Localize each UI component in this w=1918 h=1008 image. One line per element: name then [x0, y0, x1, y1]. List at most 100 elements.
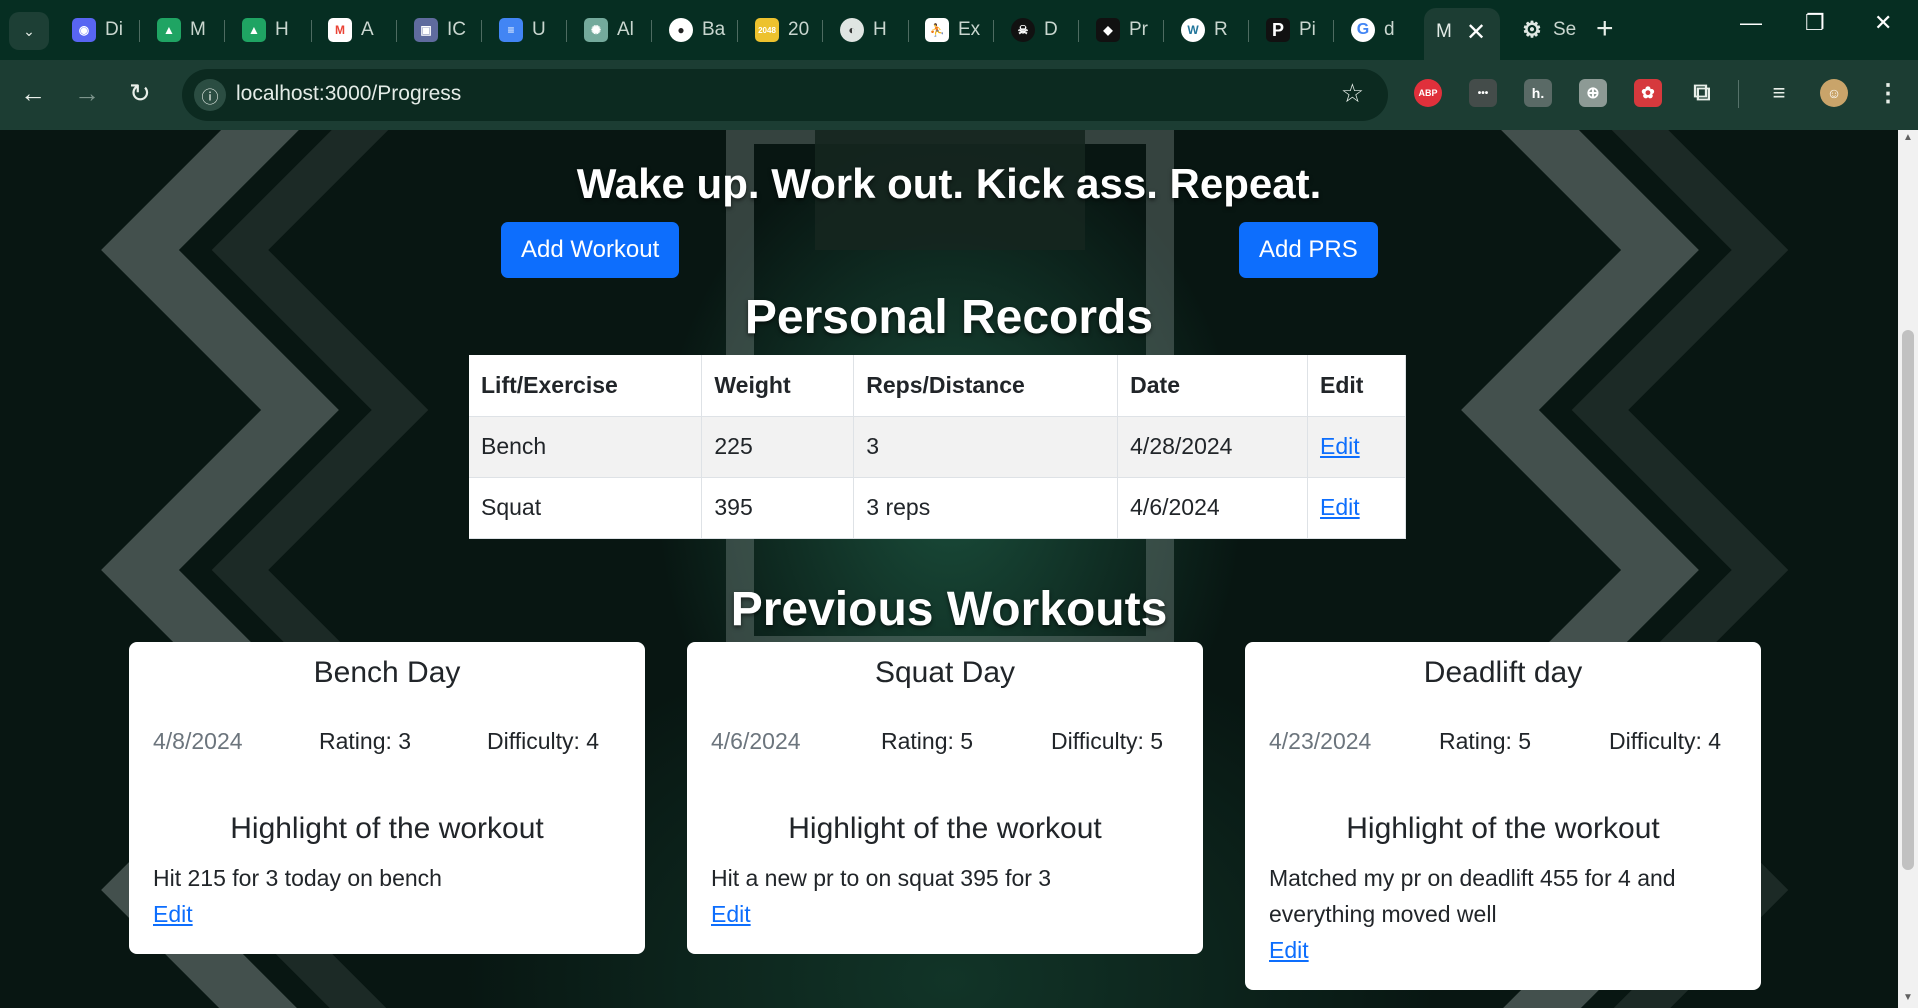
scroll-down-icon[interactable]: ▼ — [1903, 992, 1913, 1003]
gear-icon: ⚙ — [1522, 17, 1542, 42]
table-row: Squat 395 3 reps 4/6/2024 Edit — [469, 477, 1406, 539]
address-bar[interactable]: ⓘ localhost:3000/Progress ☆ — [182, 69, 1388, 121]
gmail-icon: M — [328, 18, 352, 42]
edit-workout-link[interactable]: Edit — [1269, 937, 1309, 963]
tab-separator — [224, 20, 225, 42]
tab-label: M — [190, 19, 206, 40]
tab[interactable]: ⛹ Ex — [925, 14, 980, 46]
tab-separator — [311, 20, 312, 42]
table-header-row: Lift/Exercise Weight Reps/Distance Date … — [469, 355, 1406, 417]
tab-label: H — [873, 19, 887, 40]
highlight-title: Highlight of the workout — [230, 812, 544, 845]
workout-card: Deadlift day 4/23/2024 Rating: 5 Difficu… — [1245, 642, 1761, 990]
github-icon: ● — [669, 18, 693, 42]
window-close-icon[interactable]: ✕ — [1874, 10, 1892, 36]
workout-rating: Rating: 3 — [319, 728, 412, 754]
active-tab-label: M — [1436, 21, 1452, 42]
highlight-title: Highlight of the workout — [788, 812, 1102, 845]
back-icon[interactable]: ← — [20, 78, 46, 109]
skull-icon: ☠ — [1011, 18, 1035, 42]
tab[interactable]: ≡ U — [499, 14, 546, 46]
tab[interactable]: ☠ D — [1011, 14, 1058, 46]
active-tab[interactable]: M ✕ — [1424, 8, 1500, 60]
column-header: Date — [1117, 355, 1309, 417]
tab[interactable]: ◐ H — [840, 14, 887, 46]
edit-record-link[interactable]: Edit — [1320, 494, 1360, 520]
workout-card: Bench Day 4/8/2024 Rating: 3 Difficulty:… — [129, 642, 645, 954]
restore-icon[interactable]: ❐ — [1805, 10, 1825, 36]
tab-separator — [822, 20, 823, 42]
tab-label: Ex — [958, 19, 981, 40]
tab[interactable]: ◆ Pr — [1096, 14, 1148, 46]
tab[interactable]: ◉ Di — [72, 14, 123, 46]
cell-edit: Edit — [1307, 477, 1406, 539]
tab[interactable]: P Pi — [1266, 14, 1316, 46]
close-icon[interactable]: ✕ — [1466, 18, 1486, 47]
tab-separator — [1248, 20, 1249, 42]
tab-search-button[interactable]: ⌄ — [9, 12, 49, 50]
reload-icon[interactable]: ↻ — [129, 78, 151, 109]
menu-kebab-icon[interactable]: ⋮ — [1874, 79, 1902, 107]
tab-label: Al — [617, 19, 634, 40]
add-prs-button[interactable]: Add PRS — [1239, 222, 1378, 278]
workout-date: 4/23/2024 — [1269, 728, 1372, 754]
highlight-title: Highlight of the workout — [1346, 812, 1660, 845]
tab[interactable]: ● Ba — [669, 14, 725, 46]
workout-rating: Rating: 5 — [1439, 728, 1532, 754]
ellipsis-extension-icon[interactable]: ••• — [1469, 79, 1497, 107]
column-header: Lift/Exercise — [469, 355, 703, 417]
tab-label: U — [532, 19, 546, 40]
tab[interactable]: ▲ H — [242, 14, 289, 46]
tab[interactable]: WR — [1181, 14, 1228, 46]
minimize-icon[interactable]: — — [1740, 10, 1762, 36]
adblock-icon[interactable]: ABP — [1414, 79, 1442, 107]
tab-separator — [1078, 20, 1079, 42]
tab-settings[interactable]: ⚙ Se — [1520, 14, 1576, 46]
tab-strip: ⌄ ◉ Di ▲ M ▲ H MA ▣ IC ≡ U ✺ Al ● Ba 2048 20 ◐ H … — [0, 0, 1918, 60]
workout-card: Squat Day 4/6/2024 Rating: 5 Difficulty:… — [687, 642, 1203, 954]
tab-separator — [566, 20, 567, 42]
tab[interactable]: ▣ IC — [414, 14, 466, 46]
bookmark-star-icon[interactable]: ☆ — [1341, 78, 1364, 109]
forward-icon[interactable]: → — [74, 78, 100, 109]
puzzle-icon[interactable]: ⧉ — [1688, 79, 1716, 107]
edit-workout-link[interactable]: Edit — [153, 901, 193, 927]
media-control-icon[interactable]: ≡ — [1765, 79, 1793, 107]
add-workout-button[interactable]: Add Workout — [501, 222, 680, 278]
avatar[interactable]: ☺ — [1820, 79, 1848, 107]
edit-workout-link[interactable]: Edit — [711, 901, 751, 927]
tab-separator — [481, 20, 482, 42]
tab[interactable]: MA — [328, 14, 374, 46]
site-info-icon[interactable]: ⓘ — [194, 79, 226, 111]
edit-record-link[interactable]: Edit — [1320, 433, 1360, 459]
page-scrollbar[interactable]: ▲ ▼ — [1898, 130, 1918, 1008]
page-viewport: Wake up. Work out. Kick ass. Repeat. Add… — [0, 130, 1898, 1008]
workout-date: 4/8/2024 — [153, 728, 243, 754]
tab-separator — [908, 20, 909, 42]
tab[interactable]: Gd — [1351, 14, 1395, 46]
tab[interactable]: ▲ M — [157, 14, 206, 46]
workout-title: Bench Day — [313, 656, 461, 689]
tab-label: Ba — [702, 19, 726, 40]
google-icon: G — [1351, 18, 1375, 42]
column-header: Reps/Distance — [853, 355, 1119, 417]
scroll-up-icon[interactable]: ▲ — [1903, 132, 1913, 143]
tab-label: R — [1214, 19, 1228, 40]
chevron-down-icon: ⌄ — [23, 22, 35, 39]
scrollbar-thumb[interactable] — [1902, 330, 1914, 870]
tab[interactable]: 2048 20 — [755, 14, 809, 46]
cell-date: 4/6/2024 — [1117, 477, 1309, 539]
globe-icon: ◐ — [840, 18, 864, 42]
workout-difficulty: Difficulty: 4 — [1609, 728, 1722, 754]
toolbar-separator — [1738, 80, 1739, 108]
new-tab-button[interactable]: + — [1596, 12, 1614, 46]
extension-icon[interactable]: ⊕ — [1579, 79, 1607, 107]
tab-label: IC — [447, 19, 466, 40]
url-text[interactable]: localhost:3000/Progress — [236, 82, 461, 106]
red-extension-icon[interactable]: ✿ — [1634, 79, 1662, 107]
tab-label: Di — [105, 19, 123, 40]
workout-difficulty: Difficulty: 4 — [487, 728, 600, 754]
tab[interactable]: ✺ Al — [584, 14, 634, 46]
cell-edit: Edit — [1307, 416, 1406, 478]
honey-icon[interactable]: h. — [1524, 79, 1552, 107]
